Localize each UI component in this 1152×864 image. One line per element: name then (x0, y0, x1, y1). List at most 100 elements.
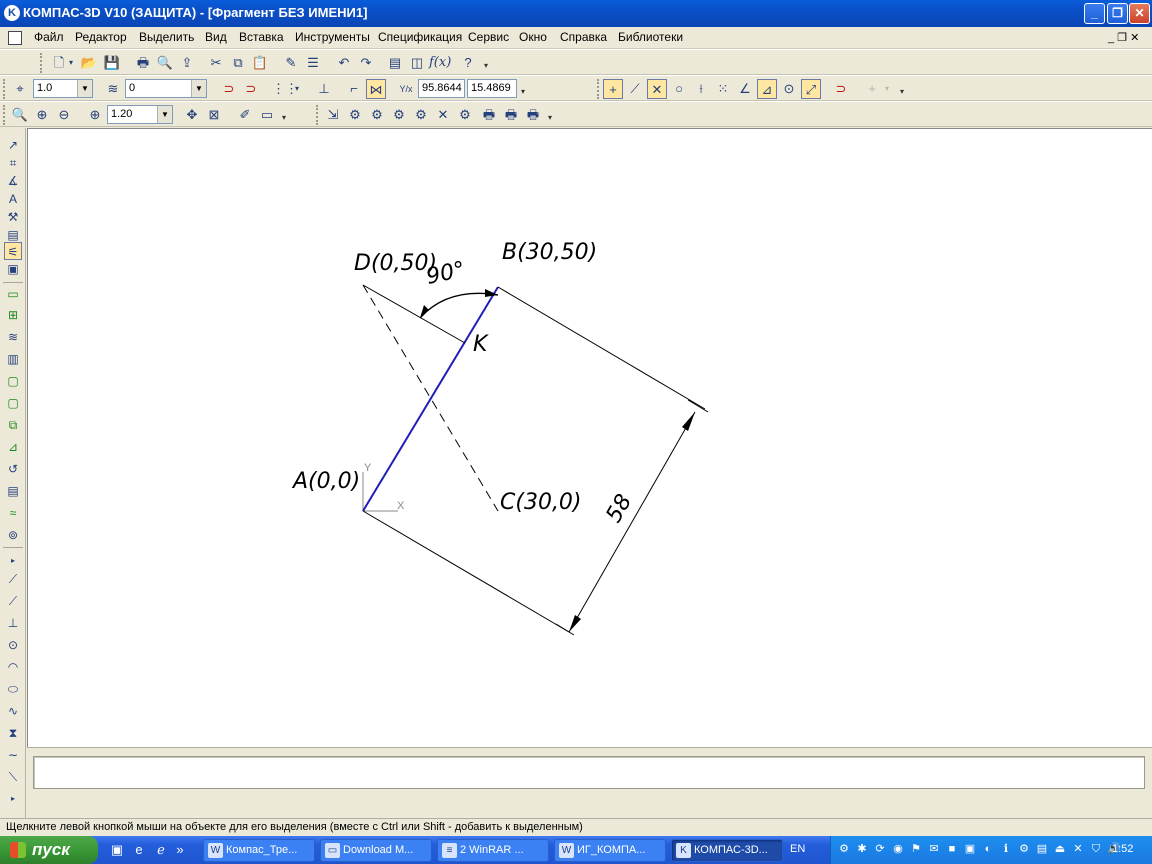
printer-remove-icon[interactable]: 🖶 (523, 105, 543, 125)
close-button[interactable]: ✕ (1129, 3, 1150, 24)
local-snap-magnet-icon[interactable]: ⊃ (241, 79, 261, 99)
panel-expand-icon[interactable]: ▸ (4, 790, 22, 808)
snap-magnet-icon[interactable]: ⊃ (219, 79, 239, 99)
context-help-icon[interactable]: ? (458, 53, 478, 73)
invert-selection-icon[interactable]: ⊚ (4, 526, 22, 544)
toolbar-grip[interactable] (3, 79, 6, 99)
power-icon[interactable]: ◐ (981, 842, 995, 856)
snap-angle-icon[interactable]: ∠ (735, 79, 755, 99)
antivirus-icon[interactable]: ✱ (855, 842, 869, 856)
snap-toggle-magnet-icon[interactable]: ⊃ (831, 79, 851, 99)
start-button[interactable]: пуск (0, 836, 98, 864)
local-cs-icon[interactable]: ⊥ (314, 79, 334, 99)
info-icon[interactable]: ℹ (999, 842, 1013, 856)
menu-view[interactable]: Вид (205, 30, 227, 44)
segment-b-corner[interactable] (497, 286, 706, 410)
panel-expand-icon[interactable]: ▸ (4, 552, 22, 570)
line-segment-icon[interactable]: ⟋ (4, 570, 22, 588)
menu-window[interactable]: Окно (519, 30, 547, 44)
drawing-canvas[interactable]: Y X 58 D(0,50) 90° B(30,50) K A(0,0) C(3… (27, 128, 1152, 747)
copy-icon[interactable]: ⧉ (228, 53, 248, 73)
kompas-app-icon[interactable]: K (4, 5, 20, 21)
mail-icon[interactable]: ✉ (927, 842, 941, 856)
library-list-icon[interactable]: ⚙ (389, 105, 409, 125)
cursor-step-icon[interactable]: ⌖ (10, 79, 30, 99)
ortho-mode-icon[interactable]: ⌐ (344, 79, 364, 99)
chamfer-icon[interactable]: ⟍ (4, 768, 22, 786)
tools-icon[interactable]: ⚙ (1017, 842, 1031, 856)
select-view-icon[interactable]: ▥ (4, 350, 22, 368)
redo-icon[interactable]: ↷ (356, 53, 376, 73)
export-icon[interactable]: ⇪ (177, 53, 197, 73)
property-panel-field[interactable] (33, 756, 1145, 789)
toolbar-grip[interactable] (3, 105, 6, 125)
library-extra-icon[interactable]: ⚙ (455, 105, 475, 125)
network-icon[interactable]: ⚙ (837, 842, 851, 856)
select-secant-icon[interactable]: ⊿ (4, 438, 22, 456)
printer-setup-icon[interactable]: 🖶 (479, 105, 499, 125)
dimension-line[interactable] (568, 411, 696, 633)
select-by-type-icon[interactable]: ▤ (4, 482, 22, 500)
language-indicator[interactable]: EN (790, 843, 805, 855)
drawing-svg[interactable]: Y X 58 D(0,50) 90° B(30,50) K A(0,0) C(3… (28, 129, 1152, 748)
editing-panel-icon[interactable]: A (4, 190, 22, 208)
menu-libraries[interactable]: Библиотеки (618, 30, 683, 44)
internet-explorer-icon[interactable]: e (130, 841, 148, 859)
paste-icon[interactable]: 📋 (250, 53, 270, 73)
select-by-style-icon[interactable]: ≈ (4, 504, 22, 522)
selection-panel-icon[interactable]: ⚟ (4, 242, 22, 260)
menu-select[interactable]: Выделить (139, 30, 194, 44)
toolbar-overflow-icon[interactable]: ▾ (482, 53, 490, 73)
grid-icon[interactable]: ⋮⋮ (272, 79, 298, 99)
toolbar-overflow-icon[interactable]: ▾ (898, 79, 906, 99)
task-winrar[interactable]: ≡ 2 WinRAR ... (437, 839, 549, 862)
toolbar-overflow-icon[interactable]: ▾ (280, 105, 288, 125)
polyline-icon[interactable]: ⧗ (4, 724, 22, 742)
cursor-y-field[interactable]: 15.4869 (467, 79, 517, 98)
chevron-down-icon[interactable]: ▼ (77, 80, 92, 97)
quicklaunch-more-icon[interactable]: » (174, 841, 186, 859)
display-icon[interactable]: ▣ (963, 842, 977, 856)
snap-normal-icon[interactable]: ⟊ (691, 79, 711, 99)
toolbar-grip[interactable] (316, 105, 319, 125)
snap-intersection-icon[interactable]: ✕ (647, 79, 667, 99)
snap-grid-point-icon[interactable]: ⁙ (713, 79, 733, 99)
print-icon[interactable]: 🖶 (133, 53, 153, 73)
arc-icon[interactable]: ◠ (4, 658, 22, 676)
parametric-mode-icon[interactable]: ⋈ (366, 79, 386, 99)
task-download[interactable]: ▭ Download M... (320, 839, 432, 862)
library-fragments-icon[interactable]: ⚙ (345, 105, 365, 125)
geometry-panel-icon[interactable]: ↗ (4, 136, 22, 154)
cut-icon[interactable]: ✂ (206, 53, 226, 73)
disk-icon[interactable]: ▤ (1035, 842, 1049, 856)
snap-nearest-point-icon[interactable]: + (603, 79, 623, 99)
segment-ab[interactable] (362, 286, 499, 512)
perpendicular-segment-icon[interactable]: ⊥ (4, 614, 22, 632)
menu-help[interactable]: Справка (560, 30, 607, 44)
select-previous-icon[interactable]: ↺ (4, 460, 22, 478)
library-manager-icon[interactable]: ◫ (407, 53, 427, 73)
segment-a-corner[interactable] (362, 510, 570, 633)
select-rectangle-icon[interactable]: ▢ (4, 372, 22, 390)
select-poly-icon[interactable]: ⧉ (4, 416, 22, 434)
spline-icon[interactable]: ∿ (4, 702, 22, 720)
ellipse-icon[interactable]: ⬭ (4, 680, 22, 698)
chevron-down-icon[interactable]: ▼ (157, 106, 172, 123)
toolbar-overflow-icon[interactable]: ▾ (546, 105, 554, 125)
refresh-icon[interactable]: ✐ (235, 105, 255, 125)
bezier-icon[interactable]: ∼ (4, 746, 22, 764)
document-icon[interactable] (8, 31, 22, 45)
zoom-scale-icon[interactable]: ⊕ (85, 105, 105, 125)
flag-icon[interactable]: ⚑ (909, 842, 923, 856)
ie-alt-icon[interactable]: ℯ (152, 841, 170, 859)
update-icon[interactable]: ⟳ (873, 842, 887, 856)
select-layer-icon[interactable]: ≋ (4, 328, 22, 346)
menu-tools[interactable]: Инструменты (295, 30, 370, 44)
open-folder-icon[interactable]: 📂 (79, 53, 99, 73)
chevron-down-icon[interactable]: ▼ (191, 80, 206, 97)
toolbar-grip[interactable] (40, 53, 43, 73)
title-bar[interactable]: K КОМПАС-3D V10 (ЗАЩИТА) - [Фрагмент БЕЗ… (0, 0, 1152, 27)
minimize-button[interactable]: _ (1084, 3, 1105, 24)
undo-icon[interactable]: ↶ (334, 53, 354, 73)
print-preview-icon[interactable]: 🔍 (155, 53, 175, 73)
